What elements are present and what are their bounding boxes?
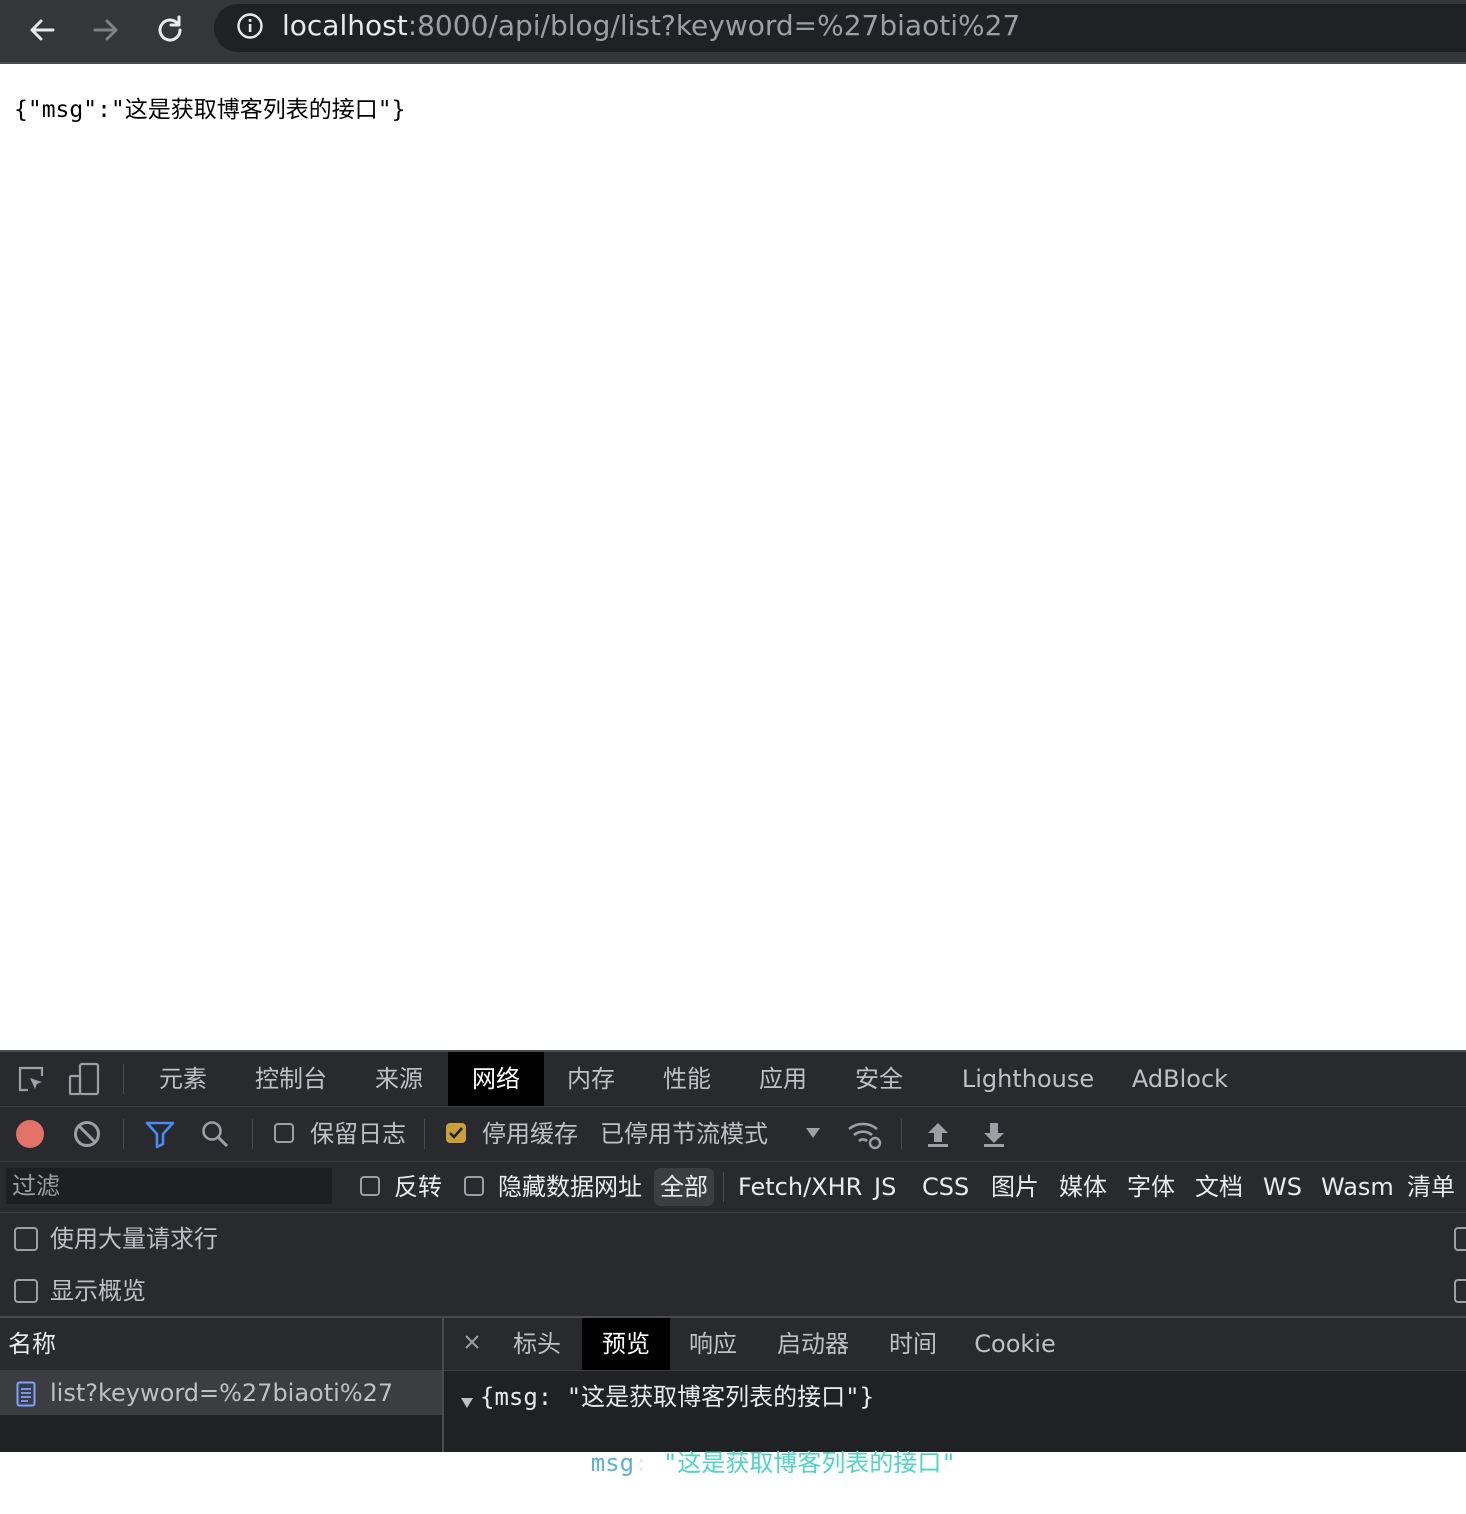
record-icon[interactable] xyxy=(16,1120,44,1148)
url-text[interactable]: localhost:8000/api/blog/list?keyword=%27… xyxy=(282,6,1020,46)
close-icon[interactable] xyxy=(464,1334,480,1354)
invert-checkbox[interactable] xyxy=(360,1176,380,1196)
forward-button[interactable] xyxy=(84,8,128,52)
filter-icon[interactable] xyxy=(144,1119,176,1153)
tab-lighthouse[interactable]: Lighthouse xyxy=(956,1052,1100,1106)
screenshots-checkbox[interactable] xyxy=(1454,1279,1466,1303)
divider xyxy=(123,1119,124,1149)
import-har-icon[interactable] xyxy=(924,1119,952,1153)
group-by-frame-checkbox[interactable] xyxy=(1454,1227,1466,1251)
filter-input[interactable]: 过滤 xyxy=(6,1168,332,1204)
preserve-log-checkbox[interactable] xyxy=(274,1123,294,1143)
devtools-panel: 元素 控制台 来源 网络 内存 性能 应用 安全 Lighthouse AdBl… xyxy=(0,1050,1466,1477)
page-json-text: {"msg":"这是获取博客列表的接口"} xyxy=(14,97,406,123)
devtools-tabbar: 元素 控制台 来源 网络 内存 性能 应用 安全 Lighthouse AdBl… xyxy=(0,1052,1466,1107)
arrow-right-icon xyxy=(93,19,118,41)
tab-application[interactable]: 应用 xyxy=(744,1052,822,1106)
large-rows-label: 使用大量请求行 xyxy=(50,1225,218,1253)
clear-icon[interactable] xyxy=(72,1119,102,1153)
divider xyxy=(424,1119,425,1149)
tab-sources[interactable]: 来源 xyxy=(360,1052,438,1106)
inspect-element-icon[interactable] xyxy=(16,1064,46,1098)
divider xyxy=(252,1119,253,1149)
request-list-pane: 名称 list?keyword=%27biaoti%27 xyxy=(0,1318,444,1452)
detail-tabbar: 标头 预览 响应 启动器 时间 Cookie xyxy=(444,1318,1466,1371)
back-button[interactable] xyxy=(20,8,64,52)
name-column-header[interactable]: 名称 xyxy=(0,1318,442,1371)
hide-data-urls-checkbox[interactable] xyxy=(464,1176,484,1196)
tab-response[interactable]: 响应 xyxy=(676,1318,750,1370)
overview-label: 显示概览 xyxy=(50,1277,146,1305)
filter-type-font[interactable]: 字体 xyxy=(1127,1168,1175,1206)
reload-icon xyxy=(158,15,182,42)
site-info-icon[interactable] xyxy=(236,12,264,44)
reload-button[interactable] xyxy=(148,8,192,52)
network-toolbar: 保留日志 停用缓存 已停用节流模式 xyxy=(0,1107,1466,1162)
network-filter-bar: 过滤 反转 隐藏数据网址 全部 Fetch/XHR JS CSS 图片 媒体 字… xyxy=(0,1162,1466,1213)
filter-type-all[interactable]: 全部 xyxy=(654,1168,714,1206)
device-toolbar-icon[interactable] xyxy=(68,1062,102,1100)
throttling-select[interactable]: 已停用节流模式 xyxy=(600,1117,768,1151)
filter-type-fetch-xhr[interactable]: Fetch/XHR xyxy=(738,1168,862,1206)
network-conditions-icon[interactable] xyxy=(846,1117,884,1155)
large-rows-checkbox[interactable] xyxy=(14,1227,38,1251)
json-value: "这是获取博客列表的接口" xyxy=(662,1449,956,1477)
tab-memory[interactable]: 内存 xyxy=(552,1052,630,1106)
tab-adblock[interactable]: AdBlock xyxy=(1122,1052,1238,1106)
divider xyxy=(723,1172,724,1202)
request-detail-pane: 标头 预览 响应 启动器 时间 Cookie {msg: "这是获取博客列表的接… xyxy=(444,1318,1466,1477)
tab-preview[interactable]: 预览 xyxy=(582,1318,670,1370)
url-host: localhost xyxy=(282,9,408,42)
disable-cache-checkbox[interactable] xyxy=(446,1123,466,1143)
document-icon xyxy=(16,1381,36,1411)
disable-cache-label: 停用缓存 xyxy=(482,1120,578,1148)
filter-type-manifest[interactable]: 清单 xyxy=(1407,1168,1455,1206)
tab-elements[interactable]: 元素 xyxy=(144,1052,222,1106)
request-name: list?keyword=%27biaoti%27 xyxy=(50,1379,394,1407)
preserve-log-label: 保留日志 xyxy=(310,1120,406,1148)
url-path: :8000/api/blog/list?keyword=%27biaoti%27 xyxy=(407,9,1021,42)
overview-checkbox[interactable] xyxy=(14,1279,38,1303)
json-colon: : xyxy=(634,1449,663,1477)
tab-console[interactable]: 控制台 xyxy=(242,1052,340,1106)
arrow-left-icon xyxy=(30,19,55,41)
table-row[interactable]: list?keyword=%27biaoti%27 xyxy=(0,1371,442,1415)
preview-property: msg: "这是获取博客列表的接口" xyxy=(504,1412,956,1514)
browser-toolbar: localhost:8000/api/blog/list?keyword=%27… xyxy=(0,0,1466,64)
network-options: 使用大量请求行 显示概览 xyxy=(0,1213,1466,1318)
tab-timing[interactable]: 时间 xyxy=(876,1318,950,1370)
filter-type-ws[interactable]: WS xyxy=(1263,1168,1302,1206)
name-header-label: 名称 xyxy=(8,1330,56,1358)
export-har-icon[interactable] xyxy=(980,1119,1008,1153)
divider xyxy=(123,1064,124,1094)
filter-type-css[interactable]: CSS xyxy=(922,1168,969,1206)
tab-headers[interactable]: 标头 xyxy=(500,1318,574,1370)
filter-type-img[interactable]: 图片 xyxy=(991,1168,1039,1206)
invert-label: 反转 xyxy=(394,1173,442,1201)
divider xyxy=(901,1119,902,1149)
tab-performance[interactable]: 性能 xyxy=(648,1052,726,1106)
expand-triangle-icon[interactable] xyxy=(460,1394,474,1413)
filter-type-js[interactable]: JS xyxy=(874,1168,896,1206)
preview-summary[interactable]: {msg: "这是获取博客列表的接口"} xyxy=(480,1380,874,1414)
check-icon xyxy=(449,1127,463,1139)
chevron-down-icon[interactable] xyxy=(804,1125,822,1144)
filter-type-media[interactable]: 媒体 xyxy=(1059,1168,1107,1206)
search-icon[interactable] xyxy=(200,1119,230,1153)
json-key: msg xyxy=(590,1449,635,1477)
tab-network[interactable]: 网络 xyxy=(448,1052,544,1106)
tab-security[interactable]: 安全 xyxy=(840,1052,918,1106)
tab-initiator[interactable]: 启动器 xyxy=(766,1318,860,1370)
tab-cookies[interactable]: Cookie xyxy=(966,1318,1064,1370)
hide-data-urls-label: 隐藏数据网址 xyxy=(498,1173,642,1201)
filter-type-wasm[interactable]: Wasm xyxy=(1321,1168,1394,1206)
filter-type-doc[interactable]: 文档 xyxy=(1195,1168,1243,1206)
